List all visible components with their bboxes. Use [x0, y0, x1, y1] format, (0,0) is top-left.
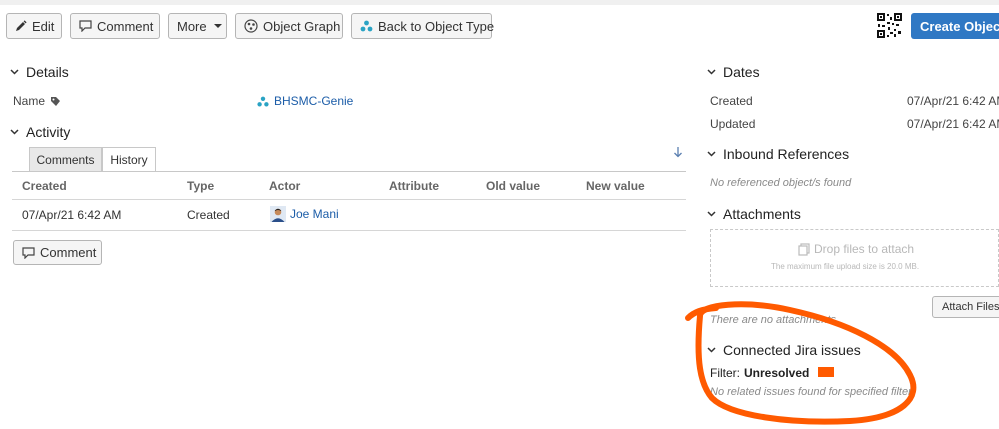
attachments-heading: Attachments — [723, 206, 801, 222]
column-header-attribute: Attribute — [389, 179, 439, 193]
chevron-down-icon — [10, 69, 19, 75]
created-label: Created — [710, 94, 753, 108]
name-value[interactable]: BHSMC-Genie — [257, 94, 353, 108]
top-strip — [0, 0, 999, 5]
column-header-type: Type — [187, 179, 215, 193]
inbound-empty-text: No referenced object/s found — [710, 177, 852, 189]
chevron-down-icon — [707, 347, 716, 353]
activity-heading: Activity — [26, 124, 71, 140]
drop-subtitle: The maximum file upload size is 20.0 MB. — [771, 262, 920, 271]
create-object-label: Create Object — [920, 18, 999, 34]
qr-code-icon[interactable] — [877, 13, 902, 38]
tab-history-label: History — [110, 152, 148, 167]
object-graph-button[interactable]: Object Graph — [235, 13, 343, 39]
back-to-object-type-button[interactable]: Back to Object Type — [351, 13, 495, 39]
file-copy-icon — [798, 242, 810, 256]
pencil-icon — [16, 20, 27, 31]
attach-files-button[interactable]: Attach Files — [932, 296, 999, 318]
tab-comments-label: Comments — [36, 152, 95, 167]
name-label: Name — [13, 94, 46, 108]
jira-heading: Connected Jira issues — [723, 342, 861, 358]
speech-bubble-icon — [22, 246, 35, 259]
updated-value: 07/Apr/21 6:42 AM — [907, 117, 999, 131]
jira-empty-text: No related issues found for specified fi… — [710, 386, 912, 398]
activity-section-toggle[interactable]: Activity — [10, 124, 70, 140]
annotation-circle — [685, 301, 917, 425]
table-row-divider — [12, 230, 686, 231]
chevron-down-icon — [10, 129, 19, 135]
column-header-created: Created — [22, 179, 67, 193]
jira-filter[interactable]: Filter: Unresolved — [710, 366, 809, 380]
chevron-down-icon — [707, 151, 716, 157]
filter-value: Unresolved — [744, 366, 810, 380]
avatar — [270, 206, 286, 222]
caret-down-icon — [213, 24, 222, 28]
row-type: Created — [187, 208, 230, 222]
inbound-references-toggle[interactable]: Inbound References — [707, 146, 849, 162]
speech-bubble-icon — [79, 20, 92, 32]
drop-title-text: Drop files to attach — [814, 242, 915, 256]
chevron-down-icon — [707, 211, 716, 217]
table-header-divider — [12, 199, 686, 200]
created-value: 07/Apr/21 6:42 AM — [907, 94, 999, 108]
comment-label: Comment — [97, 18, 154, 34]
attachment-dropzone[interactable] — [710, 229, 999, 287]
column-header-actor: Actor — [269, 179, 301, 193]
sort-arrow-down-icon[interactable] — [673, 146, 683, 158]
object-type-icon — [360, 20, 373, 32]
attach-files-label: Attach Files — [942, 301, 999, 313]
object-name-link[interactable]: BHSMC-Genie — [274, 94, 353, 108]
details-heading: Details — [26, 64, 69, 80]
dates-heading: Dates — [723, 64, 760, 80]
more-button[interactable]: More — [168, 13, 227, 39]
updated-label: Updated — [710, 117, 756, 131]
more-label: More — [177, 18, 207, 34]
row-actor[interactable]: Joe Mani — [270, 206, 339, 222]
row-created: 07/Apr/21 6:42 AM — [22, 208, 122, 222]
details-section-toggle[interactable]: Details — [10, 64, 69, 80]
object-icon — [257, 96, 269, 106]
tab-comments[interactable]: Comments — [29, 147, 102, 172]
jira-issues-toggle[interactable]: Connected Jira issues — [707, 342, 861, 358]
add-comment-label: Comment — [40, 245, 97, 260]
redaction-mark — [818, 367, 834, 377]
attachments-toggle[interactable]: Attachments — [707, 206, 801, 222]
object-graph-label: Object Graph — [263, 18, 341, 34]
inbound-heading: Inbound References — [723, 146, 850, 162]
graph-icon — [244, 19, 258, 33]
edit-button[interactable]: Edit — [6, 13, 62, 39]
actor-name-link[interactable]: Joe Mani — [290, 207, 339, 221]
dates-section-toggle[interactable]: Dates — [707, 64, 760, 80]
add-comment-button[interactable]: Comment — [13, 240, 102, 265]
tab-history[interactable]: History — [102, 147, 156, 172]
chevron-down-icon — [707, 69, 716, 75]
tag-icon — [51, 96, 61, 106]
comment-button[interactable]: Comment — [70, 13, 160, 39]
column-header-new-value: New value — [586, 179, 645, 193]
attachments-empty-text: There are no attachments — [710, 314, 836, 326]
column-header-old-value: Old value — [486, 179, 541, 193]
drop-title: Drop files to attach — [798, 242, 914, 256]
tab-divider — [12, 171, 686, 172]
back-to-object-type-label: Back to Object Type — [378, 18, 495, 34]
name-label-row: Name — [13, 94, 61, 108]
edit-label: Edit — [32, 18, 55, 34]
create-object-button[interactable]: Create Object — [911, 13, 999, 39]
filter-label: Filter: — [710, 366, 740, 380]
